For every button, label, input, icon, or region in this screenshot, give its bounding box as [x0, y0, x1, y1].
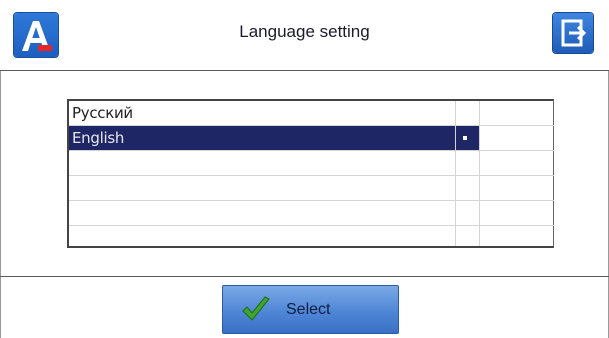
- selected-indicator-icon: [463, 136, 467, 140]
- footer-divider: [0, 276, 609, 277]
- language-label: English: [72, 129, 125, 147]
- column-divider: [455, 101, 456, 246]
- language-row-russian[interactable]: Русский: [69, 101, 554, 126]
- language-list: Русский English: [67, 99, 554, 248]
- select-button[interactable]: Select: [222, 285, 399, 334]
- title-bar: Language setting: [0, 0, 609, 71]
- language-row-english[interactable]: English: [69, 126, 554, 151]
- language-label: Русский: [72, 104, 133, 122]
- language-row-empty[interactable]: [69, 201, 554, 226]
- language-row-empty[interactable]: [69, 176, 554, 201]
- exit-button[interactable]: [553, 13, 593, 53]
- selection-highlight: [69, 126, 479, 150]
- exit-icon: [561, 19, 587, 47]
- column-divider: [479, 101, 480, 246]
- language-row-empty[interactable]: [69, 151, 554, 176]
- page-title: Language setting: [239, 22, 370, 41]
- select-button-label: Select: [286, 301, 331, 318]
- checkmark-icon: [242, 296, 270, 321]
- frame-left: [0, 71, 1, 338]
